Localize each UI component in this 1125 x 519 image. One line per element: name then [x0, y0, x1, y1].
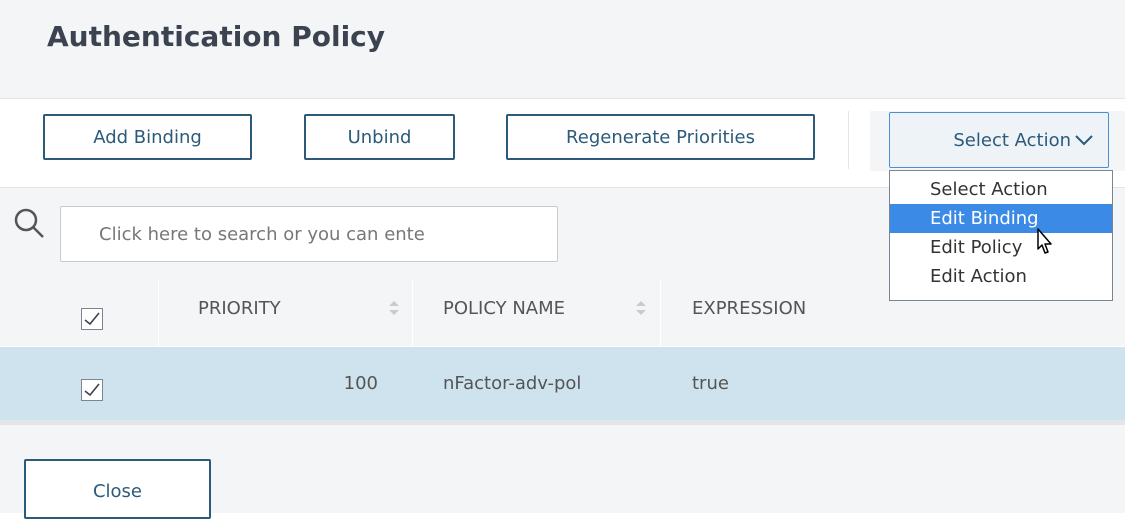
- table-row[interactable]: 100 nFactor-adv-pol true: [0, 347, 1125, 420]
- check-icon: [84, 383, 100, 397]
- cell-expression: true: [692, 373, 729, 394]
- chevron-down-icon: [1075, 135, 1093, 146]
- cell-policy-name: nFactor-adv-pol: [443, 373, 582, 394]
- footer: Close: [0, 425, 1125, 519]
- check-icon: [84, 312, 100, 326]
- menu-item-select-action[interactable]: Select Action: [890, 175, 1112, 204]
- select-action-dropdown[interactable]: Select Action: [889, 112, 1109, 168]
- search-input[interactable]: [60, 206, 558, 262]
- column-separator: [158, 280, 159, 346]
- menu-item-edit-action[interactable]: Edit Action: [890, 262, 1112, 291]
- toolbar-divider: [848, 111, 849, 169]
- menu-item-edit-binding[interactable]: Edit Binding: [890, 204, 1112, 233]
- menu-item-edit-policy[interactable]: Edit Policy: [890, 233, 1112, 262]
- page-title: Authentication Policy: [47, 20, 386, 53]
- cursor-icon: [1037, 228, 1052, 254]
- select-all-checkbox[interactable]: [81, 308, 103, 330]
- cell-priority: 100: [343, 373, 378, 394]
- add-binding-button[interactable]: Add Binding: [43, 114, 252, 160]
- column-header-expression[interactable]: EXPRESSION: [692, 298, 806, 319]
- select-action-label: Select Action: [953, 129, 1071, 151]
- sort-icon[interactable]: [388, 299, 400, 317]
- close-button[interactable]: Close: [24, 459, 211, 519]
- unbind-button[interactable]: Unbind: [304, 114, 455, 160]
- row-checkbox[interactable]: [81, 379, 103, 401]
- select-action-wrapper: Select Action: [870, 111, 1125, 171]
- column-header-policy-name[interactable]: POLICY NAME: [443, 298, 565, 319]
- sort-icon[interactable]: [635, 299, 647, 317]
- regenerate-priorities-button[interactable]: Regenerate Priorities: [506, 114, 815, 160]
- column-header-priority[interactable]: PRIORITY: [198, 298, 281, 319]
- column-separator: [660, 280, 661, 346]
- select-action-menu: Select Action Edit Binding Edit Policy E…: [889, 170, 1113, 301]
- column-separator: [412, 280, 413, 346]
- search-icon[interactable]: [12, 206, 48, 242]
- page-header: Authentication Policy: [0, 0, 1125, 99]
